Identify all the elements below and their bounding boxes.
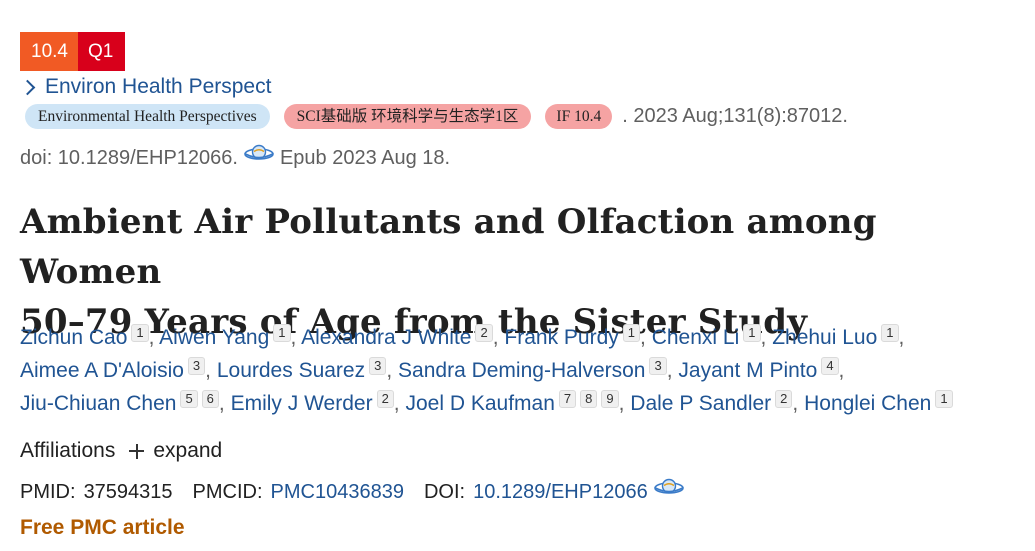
affiliation-number[interactable]: 3 xyxy=(369,357,387,375)
author-link[interactable]: Zichun Cao xyxy=(20,326,127,349)
affiliation-number[interactable]: 5 xyxy=(180,390,198,408)
author-link[interactable]: Aimee A D'Aloisio xyxy=(20,359,184,382)
journal-link-label: Environ Health Perspect xyxy=(45,75,272,98)
author-link[interactable]: Alexandra J White xyxy=(301,326,471,349)
affiliation-number[interactable]: 1 xyxy=(881,324,899,342)
affiliation-number[interactable]: 1 xyxy=(131,324,149,342)
if-tag[interactable]: IF 10.4 xyxy=(545,104,613,129)
doi-epub-row: doi: 10.1289/EHP12066. Epub 2023 Aug 18. xyxy=(20,144,450,172)
expand-affiliations-button[interactable]: expand xyxy=(129,436,222,466)
doi-label: DOI: xyxy=(423,481,466,503)
affiliation-number[interactable]: 1 xyxy=(622,324,641,342)
affiliation-number[interactable]: 1 xyxy=(743,324,761,342)
affiliation-number[interactable]: 2 xyxy=(475,324,493,342)
affiliation-number[interactable]: 4 xyxy=(821,357,839,375)
author-link[interactable]: Lourdes Suarez xyxy=(217,359,365,382)
author-item: Frank Purdy 1, xyxy=(504,324,646,349)
doi-link[interactable]: 10.1289/EHP12066 xyxy=(473,478,648,506)
sci-ranking-tag[interactable]: SCI基础版 环境科学与生态学1区 xyxy=(283,104,532,129)
author-link[interactable]: Jiu-Chiuan Chen xyxy=(20,392,176,415)
pmid-value: 37594315 xyxy=(83,481,173,503)
affiliation-number[interactable]: 9 xyxy=(601,390,619,408)
author-list: Zichun Cao 1, Aiwen Yang 1, Alexandra J Wh… xyxy=(20,321,1020,420)
author-item: Joel D Kaufman 7 8 9, xyxy=(405,390,625,415)
author-item: Sandra Deming-Halverson 3, xyxy=(398,357,673,382)
affiliation-number[interactable]: 2 xyxy=(775,390,793,408)
affiliation-number[interactable]: 7 xyxy=(558,390,577,408)
author-item: Dale P Sandler 2, xyxy=(630,390,799,415)
chevron-right-icon xyxy=(19,79,36,95)
author-item: Lourdes Suarez 3, xyxy=(216,357,393,382)
affiliations-label: Affiliations xyxy=(20,439,116,462)
author-item: Aiwen Yang 1, xyxy=(159,324,297,349)
author-item: Jiu-Chiuan Chen 5 6, xyxy=(20,390,225,415)
affiliations-row: Affiliations expand xyxy=(20,436,222,466)
author-link[interactable]: Aiwen Yang xyxy=(159,326,269,349)
author-link[interactable]: Frank Purdy xyxy=(504,326,618,349)
citation-date-volume: . 2023 Aug;131(8):87012. xyxy=(622,105,848,127)
author-link[interactable]: Dale P Sandler xyxy=(630,392,771,415)
quartile-badge: Q1 xyxy=(77,32,126,71)
author-link[interactable]: Jayant M Pinto xyxy=(678,359,817,382)
pmcid-label: PMCID: xyxy=(192,481,263,503)
altmetric-planet-icon[interactable] xyxy=(244,142,274,164)
expand-label: expand xyxy=(153,439,223,462)
affiliation-number[interactable]: 3 xyxy=(649,357,667,375)
altmetric-planet-icon[interactable] xyxy=(653,476,684,498)
epub-date: Epub 2023 Aug 18. xyxy=(279,147,451,169)
pmcid-link[interactable]: PMC10436839 xyxy=(271,478,404,506)
author-item: Zhehui Luo 1, xyxy=(772,324,905,349)
free-pmc-article-link[interactable]: Free PMC article xyxy=(20,514,185,542)
author-item: Aimee A D'Aloisio 3, xyxy=(20,357,211,382)
author-item: Chenxi Li 1, xyxy=(651,324,767,349)
journal-link[interactable]: Environ Health Perspect xyxy=(19,73,272,101)
author-link[interactable]: Zhehui Luo xyxy=(772,326,877,349)
citation-doi: doi: 10.1289/EHP12066. xyxy=(20,147,238,169)
journal-metrics: 10.4 Q1 xyxy=(20,32,126,71)
author-link[interactable]: Chenxi Li xyxy=(652,326,740,349)
affiliation-number[interactable]: 2 xyxy=(376,390,394,408)
journal-full-tag[interactable]: Environmental Health Perspectives xyxy=(25,104,270,129)
plus-icon xyxy=(129,443,145,459)
article-title-line-1: Ambient Air Pollutants and Olfaction amo… xyxy=(20,202,877,292)
author-item: Honglei Chen 1 xyxy=(804,390,953,415)
author-item: Alexandra J White 2, xyxy=(301,324,499,349)
citation-row: Environmental Health Perspectives SCI基础版… xyxy=(25,104,848,129)
impact-factor-badge: 10.4 xyxy=(20,32,78,71)
pmid-label: PMID: xyxy=(20,481,76,503)
author-link[interactable]: Emily J Werder xyxy=(231,392,373,415)
author-link[interactable]: Sandra Deming-Halverson xyxy=(398,359,645,382)
affiliation-number[interactable]: 8 xyxy=(580,390,598,408)
affiliation-number[interactable]: 1 xyxy=(935,390,953,408)
affiliation-number[interactable]: 3 xyxy=(187,357,206,375)
author-link[interactable]: Honglei Chen xyxy=(804,392,931,415)
identifiers-row: PMID: 37594315 PMCID: PMC10436839 DOI: 1… xyxy=(20,478,690,506)
author-item: Zichun Cao 1, xyxy=(20,324,155,349)
author-item: Emily J Werder 2, xyxy=(230,390,400,415)
affiliation-number[interactable]: 6 xyxy=(201,390,219,408)
author-item: Jayant M Pinto 4, xyxy=(678,357,845,382)
author-link[interactable]: Joel D Kaufman xyxy=(405,392,554,415)
affiliation-number[interactable]: 1 xyxy=(273,324,291,342)
